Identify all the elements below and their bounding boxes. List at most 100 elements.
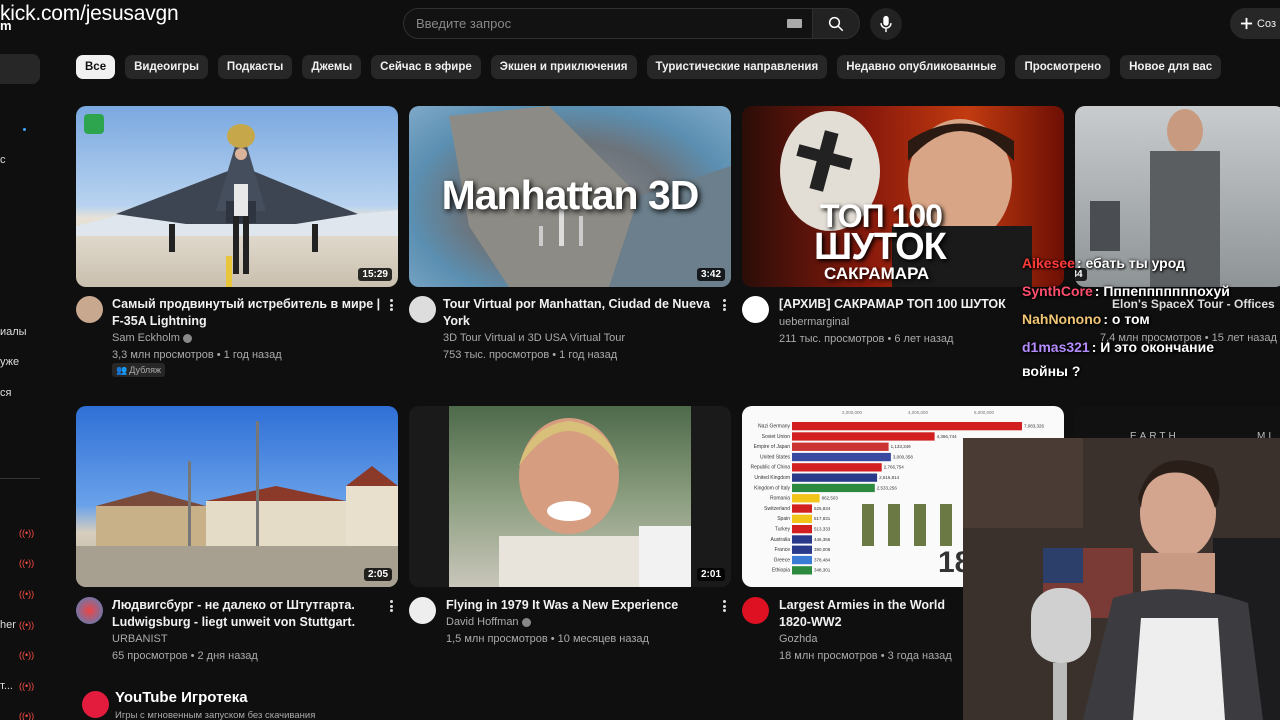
thumbnail-caption-line-2: ШУТОК <box>814 226 947 268</box>
channel-name[interactable]: URBANIST <box>112 633 168 645</box>
chat-message: войны ? <box>1022 363 1081 379</box>
streamer-illustration <box>963 438 1280 720</box>
search-placeholder: Введите запрос <box>416 16 512 31</box>
sidebar-item-label[interactable]: her <box>0 619 16 631</box>
chip-watched[interactable]: Просмотрено <box>1015 55 1111 79</box>
video-title[interactable]: Largest Armies in the World 1820-WW2 <box>779 597 969 631</box>
sidebar-item-label[interactable]: с <box>0 154 6 166</box>
bar-category-label: United Kingdom <box>754 475 790 481</box>
bar-category-label: Empire of Japan <box>754 444 791 450</box>
channel-avatar[interactable] <box>742 296 769 323</box>
chip-podcasts[interactable]: Подкасты <box>217 55 293 79</box>
army-bar <box>792 535 812 544</box>
chat-username: Aikesee <box>1022 255 1075 271</box>
channel-name[interactable]: David Hoffman <box>446 616 531 628</box>
soldier-figure <box>888 504 900 546</box>
chat-username: SynthCore <box>1022 283 1093 299</box>
bar-category-label: United States <box>760 454 791 460</box>
sub-watermark: m <box>0 18 12 33</box>
army-bar <box>792 525 812 534</box>
playables-logo-icon[interactable] <box>82 691 109 718</box>
channel-avatar[interactable] <box>742 597 769 624</box>
video-title[interactable]: Tour Virtual por Manhattan, Ciudad de Nu… <box>443 296 713 330</box>
subscriptions-new-dot <box>23 128 26 131</box>
chip-travel-destinations[interactable]: Туристические направления <box>646 55 828 79</box>
sidebar-item-label[interactable]: т... <box>0 680 13 692</box>
bar-category-label: Greece <box>774 557 791 563</box>
video-frame <box>449 406 691 587</box>
video-title[interactable]: Самый продвинутый истребитель в мире | F… <box>112 296 382 330</box>
channel-name[interactable]: Gozhda <box>779 633 818 645</box>
army-bar <box>792 566 812 575</box>
bar-category-label: Spain <box>777 516 790 522</box>
sidebar-item-label[interactable]: уже <box>0 356 19 368</box>
town-square-illustration <box>76 421 398 587</box>
video-title[interactable]: [АРХИВ] САКРАМАР ТОП 100 ШУТОК <box>779 296 1049 313</box>
army-bar <box>792 432 935 441</box>
more-actions-icon[interactable] <box>719 297 729 313</box>
live-icon: ((•)) <box>19 558 35 568</box>
create-button[interactable]: Соз <box>1230 8 1280 39</box>
video-meta: 211 тыс. просмотров • 6 лет назад <box>779 333 954 345</box>
video-thumbnail[interactable]: ТОП 100 ШУТОК САКРАМАРА <box>742 106 1064 287</box>
fighter-jet-illustration <box>76 124 398 287</box>
live-icon: ((•)) <box>19 711 35 720</box>
search-input[interactable]: Введите запрос <box>403 8 813 39</box>
sidebar-item-label[interactable]: иалы <box>0 326 27 338</box>
keyboard-icon[interactable] <box>787 19 802 28</box>
search-button[interactable] <box>812 8 860 39</box>
chip-new-for-you[interactable]: Новое для вас <box>1120 55 1222 79</box>
army-bar <box>792 483 875 493</box>
thumbnail-caption: Manhattan 3D <box>441 172 700 218</box>
video-thumbnail[interactable]: 15:29 <box>76 106 398 287</box>
axis-tick-label: 2,000,000 <box>842 410 863 415</box>
live-icon: ((•)) <box>19 528 35 538</box>
video-duration: 2:05 <box>363 568 392 581</box>
video-meta: 3,3 млн просмотров • 1 год назад <box>112 349 282 361</box>
video-title[interactable]: Людвигсбург - не далеко от Штутгарта. Lu… <box>112 597 382 631</box>
video-thumbnail[interactable]: 2:01 <box>409 406 731 587</box>
chip-recently-uploaded[interactable]: Недавно опубликованные <box>837 55 1006 79</box>
chat-username: NahNonono <box>1022 311 1102 327</box>
chip-all[interactable]: Все <box>76 55 116 79</box>
chat-message: NahNonono: о том <box>1022 311 1150 327</box>
dubbed-badge: 👥 Дубляж <box>112 363 166 377</box>
thumbnail-caption-line-3: САКРАМАРА <box>824 264 930 283</box>
channel-avatar[interactable] <box>409 597 436 624</box>
channel-avatar[interactable] <box>76 296 103 323</box>
more-actions-icon[interactable] <box>386 598 396 614</box>
video-title[interactable]: Flying in 1979 It Was a New Experience <box>446 597 716 614</box>
chat-message: d1mas321: И это окончание <box>1022 339 1215 355</box>
bar-value-label: 513,333 <box>814 527 831 532</box>
chip-jams[interactable]: Джемы <box>302 55 362 79</box>
bar-category-label: Australia <box>771 537 791 543</box>
chip-videogames[interactable]: Видеоигры <box>125 55 208 79</box>
chip-action-adventure[interactable]: Экшен и приключения <box>490 55 637 79</box>
video-meta: 1,5 млн просмотров • 10 месяцев назад <box>446 633 649 645</box>
channel-name[interactable]: 3D Tour Virtual и 3D USA Virtual Tour <box>443 332 625 344</box>
more-actions-icon[interactable] <box>719 598 729 614</box>
sidebar-item-label[interactable]: ся <box>0 387 11 399</box>
playables-title[interactable]: YouTube Игротека <box>115 689 248 706</box>
verified-icon <box>521 617 531 627</box>
voice-search-button[interactable] <box>870 8 902 40</box>
channel-avatar[interactable] <box>409 296 436 323</box>
army-bar <box>792 494 820 503</box>
channel-avatar[interactable] <box>76 597 103 624</box>
video-thumbnail[interactable]: 2:05 <box>76 406 398 587</box>
chip-live-now[interactable]: Сейчас в эфире <box>371 55 481 79</box>
channel-name[interactable]: Sam Eckholm <box>112 332 192 344</box>
chat-message: SynthCore: Пппепппппппохуй <box>1022 283 1230 299</box>
filter-chips-bar: Все Видеоигры Подкасты Джемы Сейчас в эф… <box>76 55 1222 79</box>
army-bar <box>792 442 889 451</box>
more-actions-icon[interactable] <box>386 297 396 313</box>
shield-icon <box>84 114 104 134</box>
video-thumbnail[interactable]: Manhattan 3D 3:42 <box>409 106 731 287</box>
bar-category-label: Soviet Union <box>762 434 791 440</box>
microphone-icon <box>880 15 892 33</box>
bar-value-label: 390,008 <box>814 547 831 552</box>
soldier-figure <box>862 504 874 546</box>
sidebar-item-home[interactable] <box>0 54 40 84</box>
bar-value-label: 862,503 <box>822 496 839 501</box>
channel-name[interactable]: uebermarginal <box>779 316 849 328</box>
